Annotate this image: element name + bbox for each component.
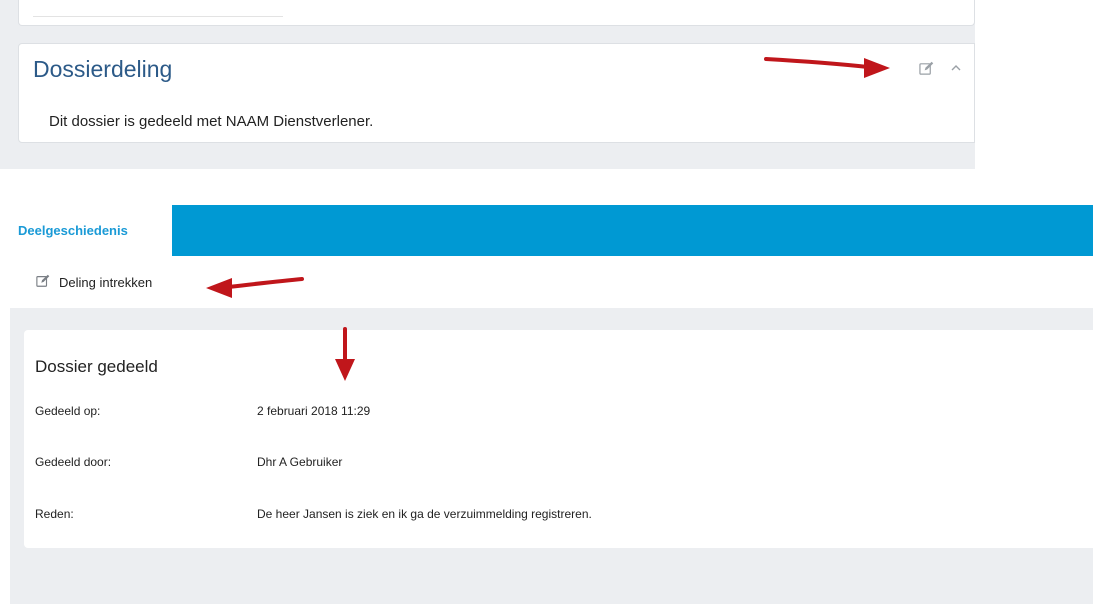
toolbar: Deling intrekken <box>0 256 1093 308</box>
shared-by-value: Dhr A Gebruiker <box>257 455 343 469</box>
tab-deelgeschiedenis[interactable]: Deelgeschiedenis <box>0 205 172 256</box>
edit-icon[interactable] <box>916 58 936 78</box>
dossier-sharing-section: Dossierdeling Dit dossier is gedeeld met… <box>0 0 975 169</box>
history-title: Dossier gedeeld <box>35 357 158 376</box>
dossier-sharing-title: Dossierdeling <box>33 56 173 82</box>
shared-on-value: 2 februari 2018 11:29 <box>257 404 371 418</box>
dossier-sharing-card: Dossierdeling Dit dossier is gedeeld met… <box>18 43 975 143</box>
withdraw-sharing-label: Deling intrekken <box>59 275 153 290</box>
reason-value: De heer Jansen is ziek en ik ga de verzu… <box>257 507 592 521</box>
edit-icon <box>36 274 50 291</box>
card-tools <box>916 58 966 78</box>
history-card: Dossier gedeeld Gedeeld op: 2 februari 2… <box>24 330 1093 548</box>
dossier-sharing-message: Dit dossier is gedeeld met NAAM Dienstve… <box>49 113 374 130</box>
previous-panel-edge <box>18 0 975 26</box>
chevron-up-icon[interactable] <box>946 58 966 78</box>
shared-by-label: Gedeeld door: <box>35 455 112 469</box>
withdraw-sharing-button[interactable]: Deling intrekken <box>36 274 152 291</box>
tab-bar: Deelgeschiedenis <box>0 205 1093 256</box>
reason-label: Reden: <box>35 507 74 521</box>
shared-on-label: Gedeeld op: <box>35 404 101 418</box>
previous-field-line <box>33 0 283 17</box>
